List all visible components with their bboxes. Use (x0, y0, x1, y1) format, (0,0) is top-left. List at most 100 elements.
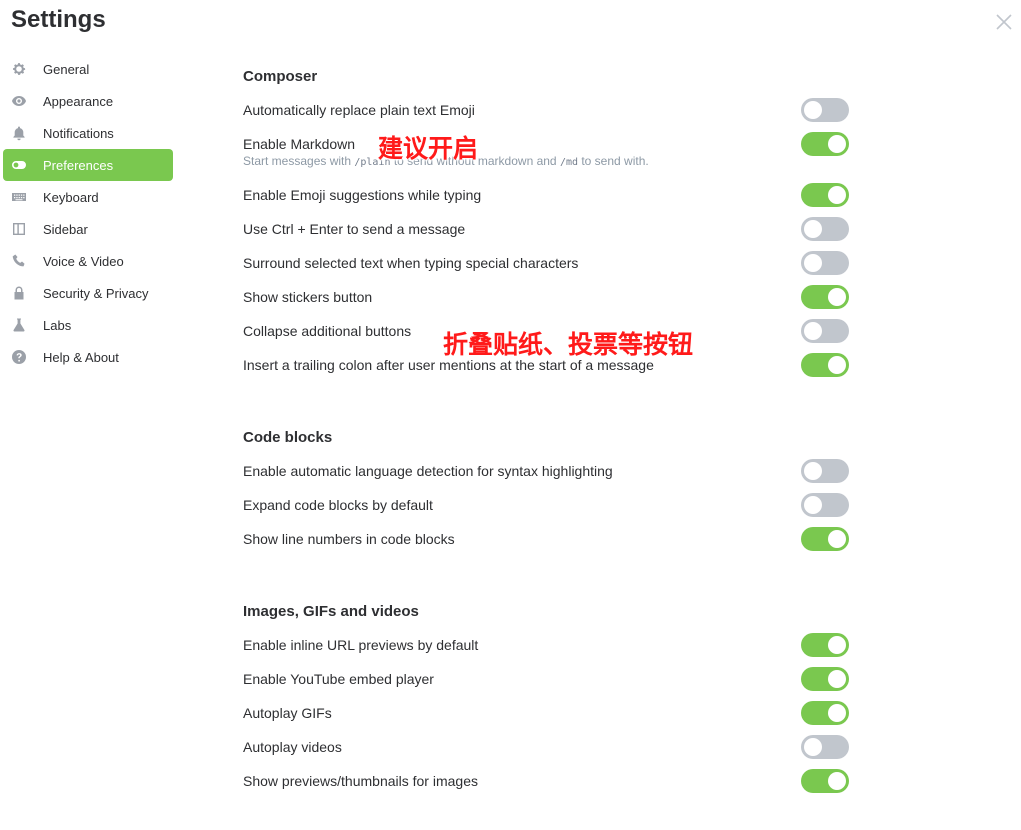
setting-label: Show line numbers in code blocks (243, 531, 455, 547)
setting-label: Show previews/thumbnails for images (243, 773, 478, 789)
sidebar-item-general[interactable]: General (3, 53, 173, 85)
toggle-knob (804, 254, 822, 272)
description-code: /md (559, 157, 578, 168)
sidebar-item-sidebar[interactable]: Sidebar (3, 213, 173, 245)
description-text: to send with. (578, 154, 649, 168)
toggle-knob (804, 496, 822, 514)
phone-icon (11, 253, 27, 269)
setting-toggle[interactable] (801, 353, 849, 377)
setting-row: Automatically replace plain text Emoji (243, 96, 849, 124)
setting-row: Show stickers button (243, 283, 849, 311)
setting-label: Use Ctrl + Enter to send a message (243, 221, 466, 237)
setting-toggle[interactable] (801, 769, 849, 793)
setting-label: Enable YouTube embed player (243, 671, 434, 687)
setting-toggle[interactable] (801, 735, 849, 759)
setting-toggle[interactable] (801, 667, 849, 691)
setting-row: Enable Emoji suggestions while typing (243, 181, 849, 209)
setting-toggle[interactable] (801, 527, 849, 551)
toggle-knob (828, 530, 846, 548)
sidebar-item-label: General (43, 61, 90, 77)
setting-toggle[interactable] (801, 319, 849, 343)
setting-label: Collapse additional buttons (243, 323, 412, 339)
setting-row: Enable inline URL previews by default (243, 631, 849, 659)
toggle-knob (828, 356, 846, 374)
page-title: Settings (11, 6, 106, 33)
gear-icon (11, 61, 27, 77)
sidebar-item-notifications[interactable]: Notifications (3, 117, 173, 149)
sidebar-item-label: Help & About (43, 349, 119, 365)
sidebar-item-keyboard[interactable]: Keyboard (3, 181, 173, 213)
section-title-media: Images, GIFs and videos (243, 603, 419, 620)
sidebar-item-voice-video[interactable]: Voice & Video (3, 245, 173, 277)
setting-label: Expand code blocks by default (243, 497, 433, 513)
toggle-knob (804, 101, 822, 119)
sidebar-item-label: Preferences (43, 157, 114, 173)
toggle-knob (804, 322, 822, 340)
setting-row: Expand code blocks by default (243, 491, 849, 519)
annotation-collapse-note: 折叠贴纸、投票等按钮 (443, 330, 694, 359)
toggle-knob (804, 738, 822, 756)
setting-label: Automatically replace plain text Emoji (243, 102, 475, 118)
setting-label: Enable automatic language detection for … (243, 463, 613, 479)
toggle-knob (828, 772, 846, 790)
setting-row: Show previews/thumbnails for images (243, 767, 849, 795)
description-text: Start messages with (243, 154, 355, 168)
close-icon (996, 14, 1012, 30)
setting-row: Surround selected text when typing speci… (243, 249, 849, 277)
toggle-knob (828, 670, 846, 688)
annotation-markdown-note: 建议开启 (378, 134, 479, 163)
toggle-knob (828, 704, 846, 722)
sidebar-item-appearance[interactable]: Appearance (3, 85, 173, 117)
setting-toggle[interactable] (801, 183, 849, 207)
setting-label: Autoplay videos (243, 739, 342, 755)
setting-row: Enable automatic language detection for … (243, 457, 849, 485)
setting-toggle[interactable] (801, 633, 849, 657)
eye-icon (11, 93, 27, 109)
close-button[interactable] (992, 10, 1016, 34)
setting-label: Enable Emoji suggestions while typing (243, 187, 482, 203)
bell-icon (11, 125, 27, 141)
toggle-knob (828, 636, 846, 654)
setting-toggle[interactable] (801, 217, 849, 241)
setting-row: Enable YouTube embed player (243, 665, 849, 693)
toggle-icon (11, 157, 27, 173)
sidebar-item-label: Labs (43, 317, 72, 333)
setting-label: Enable inline URL previews by default (243, 637, 479, 653)
sidebar-item-preferences[interactable]: Preferences (3, 149, 173, 181)
setting-row: Show line numbers in code blocks (243, 525, 849, 553)
settings-sidebar: General Appearance Notifications Prefere… (3, 53, 173, 373)
sidebar-item-label: Appearance (43, 93, 114, 109)
setting-toggle[interactable] (801, 493, 849, 517)
setting-row: Use Ctrl + Enter to send a message (243, 215, 849, 243)
setting-row: Autoplay GIFs (243, 699, 849, 727)
setting-row: Autoplay videos (243, 733, 849, 761)
toggle-knob (804, 220, 822, 238)
setting-label: Show stickers button (243, 289, 373, 305)
sidebar-item-label: Keyboard (43, 189, 99, 205)
section-title-composer: Composer (243, 68, 318, 85)
toggle-knob (828, 186, 846, 204)
sidebar-item-labs[interactable]: Labs (3, 309, 173, 341)
setting-toggle[interactable] (801, 98, 849, 122)
setting-label: Enable Markdown (243, 136, 356, 152)
setting-toggle[interactable] (801, 285, 849, 309)
setting-label: Autoplay GIFs (243, 705, 332, 721)
help-icon (11, 349, 27, 365)
sidebar-icon (11, 221, 27, 237)
setting-label: Surround selected text when typing speci… (243, 255, 579, 271)
sidebar-item-label: Voice & Video (43, 253, 124, 269)
setting-toggle[interactable] (801, 701, 849, 725)
toggle-knob (828, 135, 846, 153)
sidebar-item-label: Notifications (43, 125, 114, 141)
setting-row: Enable Markdown Start messages with /pla… (243, 130, 849, 168)
toggle-knob (828, 288, 846, 306)
sidebar-item-help-about[interactable]: Help & About (3, 341, 173, 373)
setting-toggle[interactable] (801, 459, 849, 483)
setting-toggle[interactable] (801, 251, 849, 275)
sidebar-item-security-privacy[interactable]: Security & Privacy (3, 277, 173, 309)
sidebar-item-label: Sidebar (43, 221, 88, 237)
lock-icon (11, 285, 27, 301)
setting-toggle[interactable] (801, 132, 849, 156)
toggle-knob (804, 462, 822, 480)
section-title-code-blocks: Code blocks (243, 429, 333, 446)
